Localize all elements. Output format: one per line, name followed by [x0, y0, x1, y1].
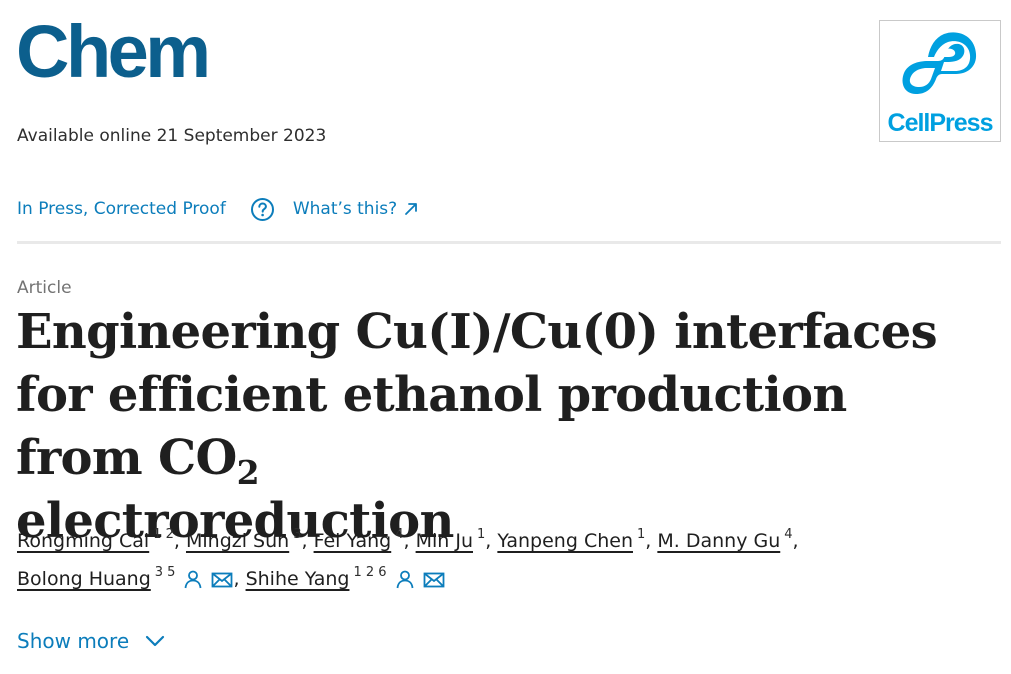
article-status-label[interactable]: In Press, Corrected Proof	[17, 199, 226, 219]
author-item: Rongming Cai 1 2,	[17, 527, 180, 552]
author-affiliations: 4	[784, 527, 793, 542]
availability-date: Available online 21 September 2023	[17, 126, 327, 146]
author-name-link[interactable]: Min Ju	[416, 530, 473, 552]
divider	[17, 241, 1001, 244]
author-name-link[interactable]: Rongming Cai	[17, 530, 149, 552]
author-name-link[interactable]: M. Danny Gu	[657, 530, 780, 552]
question-circle-icon[interactable]	[250, 197, 275, 222]
author-name-link[interactable]: Mingzi Sun	[186, 530, 289, 552]
author-name-link[interactable]: Shihe Yang	[246, 568, 350, 590]
article-type-label: Article	[17, 278, 72, 298]
author-separator: ,	[645, 530, 652, 552]
author-name-link[interactable]: Fei Yang	[314, 530, 392, 552]
envelope-icon[interactable]	[423, 564, 445, 602]
author-separator: ,	[301, 530, 308, 552]
author-name-link[interactable]: Bolong Huang	[17, 568, 151, 590]
author-item: M. Danny Gu 4,	[657, 527, 799, 552]
author-affiliations: 1 2 6	[353, 565, 387, 580]
author-affiliations: 1 2	[153, 527, 174, 542]
show-more-label: Show more	[17, 629, 130, 653]
whats-this-label: What’s this?	[292, 199, 398, 219]
person-icon[interactable]	[183, 564, 203, 602]
author-separator: ,	[233, 568, 240, 590]
author-separator: ,	[485, 530, 492, 552]
title-subscript: 2	[236, 453, 260, 492]
cellpress-logo-icon: CellPress	[888, 32, 994, 137]
article-title: Engineering Cu(I)/Cu(0) interfaces for e…	[16, 301, 956, 553]
author-item: Shihe Yang 1 2 6	[246, 565, 445, 590]
author-affiliations: 3 5	[154, 565, 176, 580]
author-separator: ,	[792, 530, 799, 552]
publisher-logo[interactable]: CellPress	[879, 20, 1001, 142]
external-link-arrow-icon	[404, 202, 418, 216]
author-item: Bolong Huang 3 5,	[17, 565, 240, 590]
author-name-link[interactable]: Yanpeng Chen	[497, 530, 633, 552]
author-item: Mingzi Sun 3,	[186, 528, 308, 552]
chevron-down-icon	[145, 635, 165, 647]
title-main-text: Engineering Cu(I)/Cu(0) interfaces for e…	[16, 304, 938, 486]
author-item: Yanpeng Chen 1,	[497, 528, 652, 552]
publisher-logo-text: CellPress	[888, 109, 993, 137]
person-icon[interactable]	[395, 564, 415, 602]
author-list: Rongming Cai 1 2, Mingzi Sun 3, Fei Yang 4,…	[17, 522, 1001, 602]
journal-logo[interactable]: Chem	[16, 12, 211, 92]
envelope-icon[interactable]	[211, 564, 233, 602]
article-status-row: In Press, Corrected Proof What’s this?	[17, 195, 418, 223]
author-affiliations: 4	[395, 527, 404, 542]
author-separator: ,	[403, 530, 410, 552]
author-item: Fei Yang 4,	[314, 527, 410, 552]
show-more-button[interactable]: Show more	[17, 626, 165, 656]
author-separator: ,	[173, 530, 180, 552]
author-item: Min Ju 1,	[416, 528, 492, 552]
whats-this-link[interactable]: What’s this?	[293, 199, 418, 219]
